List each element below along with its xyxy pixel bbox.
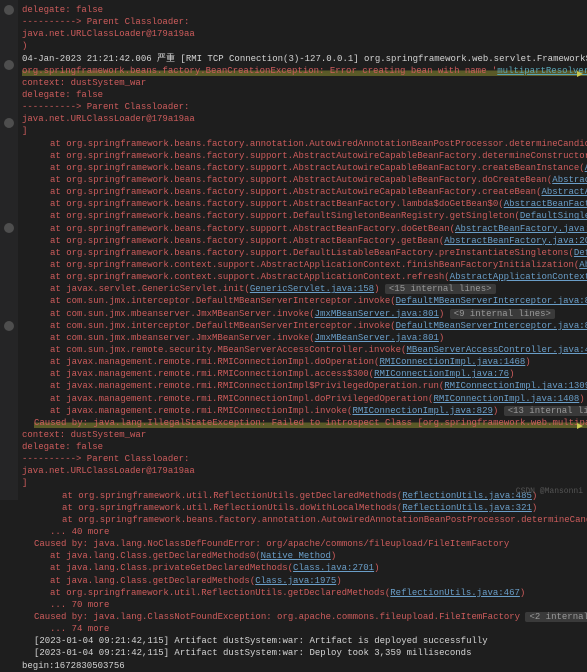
stack-frame: at javax.management.remote.rmi.RMIConnec… (22, 356, 587, 368)
source-link[interactable]: GenericServlet.java:158 (250, 284, 374, 294)
source-link[interactable]: AbstractApplicationContext.java:918 (579, 260, 587, 270)
fold-icon[interactable] (4, 60, 14, 70)
source-link[interactable]: DefaultMBeanServerInterceptor.java:819 (396, 321, 587, 331)
log-line: ----------> Parent Classloader: (22, 453, 587, 465)
source-link[interactable]: RMIConnectionImpl.java:1408 (433, 394, 579, 404)
log-line: ] (22, 477, 587, 489)
error-message: org.springframework.beans.factory.BeanCr… (22, 65, 587, 77)
stack-frame: at org.springframework.beans.factory.sup… (22, 235, 587, 247)
fold-icon[interactable] (4, 5, 14, 15)
error-header: 04-Jan-2023 21:21:42.006 严重 [RMI TCP Con… (22, 53, 587, 65)
stack-frame: at java.lang.Class.getDeclaredMethods0(N… (22, 550, 587, 562)
stack-frame: at org.springframework.beans.factory.sup… (22, 210, 587, 222)
caused-by: Caused by: java.lang.NoClassDefFoundErro… (22, 538, 587, 550)
log-line: java.net.URLClassLoader@179a19aa (22, 28, 587, 40)
deploy-log: [2023-01-04 09:21:42,115] Artifact dustS… (22, 647, 587, 659)
source-link[interactable]: AbstractAutowireCapableBeanFactory.java:… (541, 187, 587, 197)
source-link[interactable]: Class.java:2701 (293, 563, 374, 573)
stack-frame: at javax.management.remote.rmi.RMIConnec… (22, 368, 587, 380)
stack-frame: at java.lang.Class.getDeclaredMethods(Cl… (22, 575, 587, 587)
source-link[interactable]: ReflectionUtils.java:485 (402, 491, 532, 501)
caused-by: Caused by: java.lang.ClassNotFoundExcept… (22, 611, 587, 623)
stack-frame: at org.springframework.beans.factory.sup… (22, 247, 587, 259)
stack-frame: at org.springframework.util.ReflectionUt… (22, 587, 587, 599)
source-link[interactable]: RMIConnectionImpl.java:76 (374, 369, 509, 379)
fold-icon[interactable] (4, 223, 14, 233)
log-line: delegate: false (22, 89, 587, 101)
source-link[interactable]: AbstractApplicationContext.java:583 (450, 272, 587, 282)
stack-frame: at com.sun.jmx.interceptor.DefaultMBeanS… (22, 320, 587, 332)
fold-indicator[interactable]: <9 internal lines> (450, 309, 555, 319)
source-link[interactable]: MBeanServerAccessController.java:468 (406, 345, 587, 355)
stack-frame: at org.springframework.util.ReflectionUt… (22, 502, 587, 514)
source-link[interactable]: RMIConnectionImpl.java:1309 (444, 381, 587, 391)
more-frames: ... 40 more (22, 526, 587, 538)
log-line: ----------> Parent Classloader: (22, 101, 587, 113)
stack-frame: at org.springframework.beans.factory.ann… (22, 138, 587, 150)
stack-frame: at com.sun.jmx.mbeanserver.JmxMBeanServe… (22, 332, 587, 344)
log-line: ] (22, 125, 587, 137)
editor-gutter (0, 0, 18, 500)
fold-indicator[interactable]: <15 internal lines> (385, 284, 496, 294)
deploy-log: begin:1672830503756 (22, 660, 587, 672)
fold-indicator[interactable]: <2 internal lines> (525, 612, 587, 622)
stack-frame: at com.sun.jmx.interceptor.DefaultMBeanS… (22, 295, 587, 307)
source-link[interactable]: Class.java:1975 (255, 576, 336, 586)
source-link[interactable]: DefaultSingletonBeanRegistry.java:234 (520, 211, 587, 221)
stack-frame: at org.springframework.beans.factory.ann… (22, 514, 587, 526)
watermark: CSDN @Mansonni (516, 487, 583, 498)
source-link[interactable]: Native Method (261, 551, 331, 561)
more-frames: ... 70 more (22, 599, 587, 611)
deploy-log: [2023-01-04 09:21:42,115] Artifact dustS… (22, 635, 587, 647)
fold-icon[interactable] (4, 118, 14, 128)
source-link[interactable]: AbstractBeanFactory.java:335 (504, 199, 587, 209)
stack-frame: at java.lang.Class.privateGetDeclaredMet… (22, 562, 587, 574)
source-link[interactable]: ReflectionUtils.java:467 (390, 588, 520, 598)
log-line: java.net.URLClassLoader@179a19aa (22, 113, 587, 125)
more-frames: ... 74 more (22, 623, 587, 635)
log-line: delegate: false (22, 441, 587, 453)
source-link[interactable]: RMIConnectionImpl.java:829 (352, 406, 492, 416)
stack-frame: at javax.management.remote.rmi.RMIConnec… (22, 393, 587, 405)
stack-frame: at com.sun.jmx.remote.security.MBeanServ… (22, 344, 587, 356)
stack-frame: at javax.management.remote.rmi.RMIConnec… (22, 405, 587, 417)
source-link[interactable]: JmxMBeanServer.java:801 (315, 333, 439, 343)
stack-frame: at javax.servlet.GenericServlet.init(Gen… (22, 283, 587, 295)
stack-frame: at org.springframework.beans.factory.sup… (22, 150, 587, 162)
source-link[interactable]: AbstractBeanFactory.java:208 (444, 236, 587, 246)
stack-frame: at org.springframework.beans.factory.sup… (22, 198, 587, 210)
log-line: ----------> Parent Classloader: (22, 16, 587, 28)
stack-frame: at javax.management.remote.rmi.RMIConnec… (22, 380, 587, 392)
source-link[interactable]: AbstractBeanFactory.java:333 (455, 224, 587, 234)
fold-indicator[interactable]: <13 internal lines> (504, 406, 587, 416)
fold-icon[interactable] (4, 321, 14, 331)
source-link[interactable]: AbstractAutowireCapableBeanFactory.java:… (552, 175, 587, 185)
source-link[interactable]: RMIConnectionImpl.java:1468 (379, 357, 525, 367)
log-line: delegate: false (22, 4, 587, 16)
stack-frame: at org.springframework.context.support.A… (22, 259, 587, 271)
caused-by: Caused by: java.lang.IllegalStateExcepti… (22, 417, 587, 429)
source-link[interactable]: JmxMBeanServer.java:801 (315, 309, 439, 319)
source-link[interactable]: DefaultListableBeanFactory.java:955 (574, 248, 587, 258)
log-line: context: dustSystem_war (22, 429, 587, 441)
stack-frame: at org.springframework.beans.factory.sup… (22, 186, 587, 198)
log-content[interactable]: delegate: false ----------> Parent Class… (0, 0, 587, 672)
source-link[interactable]: DefaultMBeanServerInterceptor.java:819 (396, 296, 587, 306)
stack-frame: at org.springframework.beans.factory.sup… (22, 223, 587, 235)
stack-frame: at org.springframework.context.support.A… (22, 271, 587, 283)
stack-frame: at org.springframework.beans.factory.sup… (22, 174, 587, 186)
source-link[interactable]: ReflectionUtils.java:321 (402, 503, 532, 513)
stack-frame: at com.sun.jmx.mbeanserver.JmxMBeanServe… (22, 308, 587, 320)
log-line: ) (22, 40, 587, 52)
stack-frame: at org.springframework.beans.factory.sup… (22, 162, 587, 174)
log-line: context: dustSystem_war (22, 77, 587, 89)
log-line: java.net.URLClassLoader@179a19aa (22, 465, 587, 477)
